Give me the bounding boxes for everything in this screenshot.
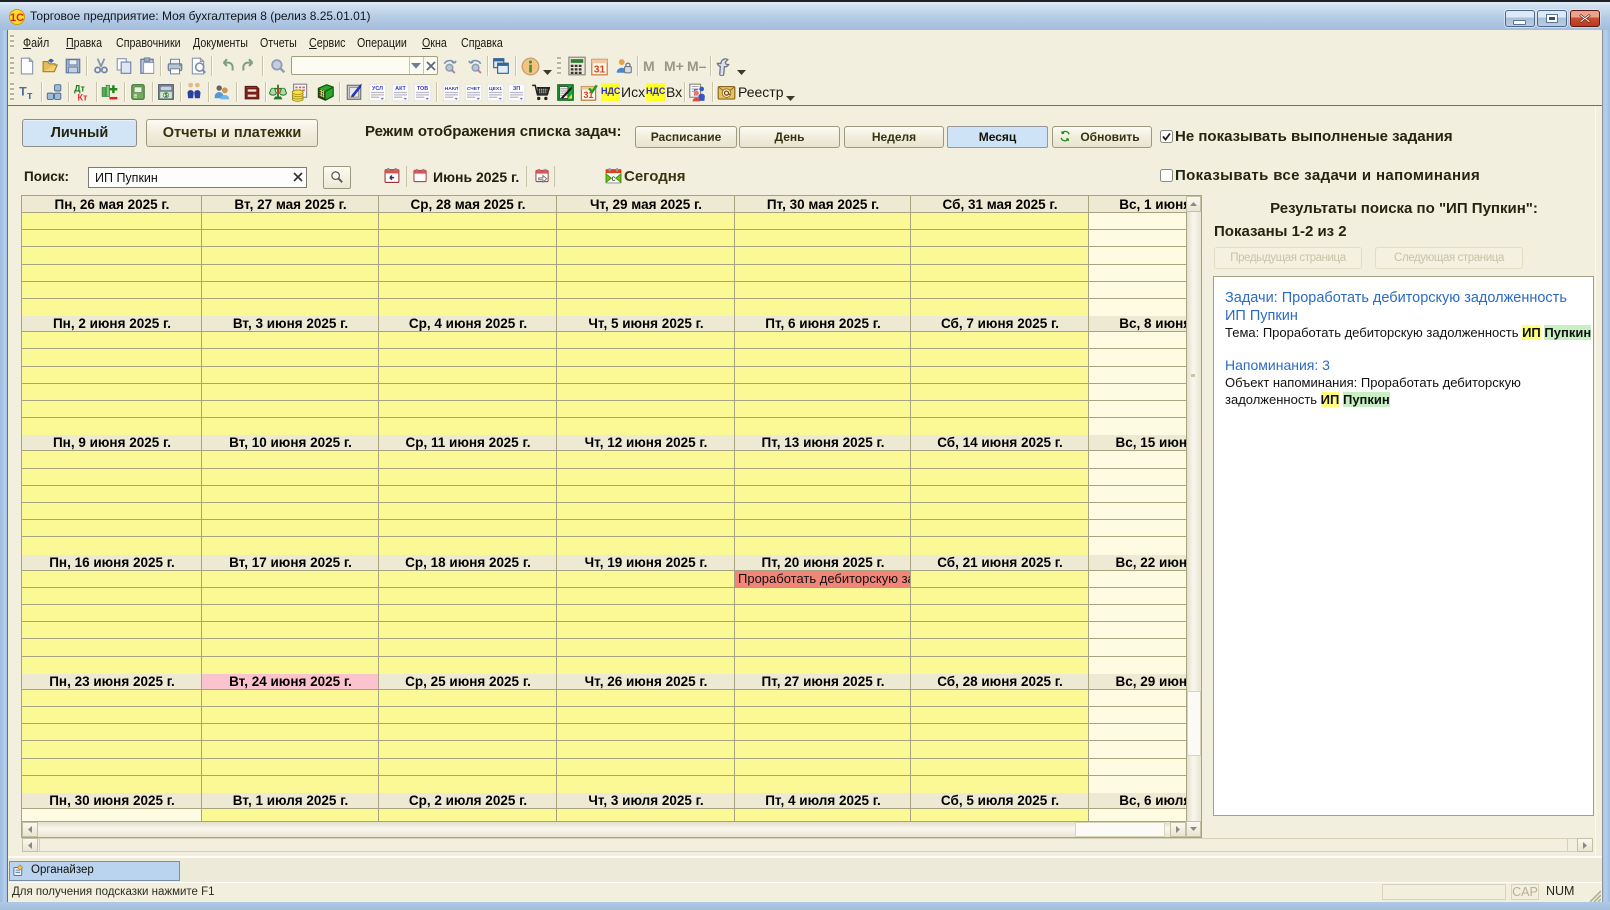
svg-text:УСЛ: УСЛ (371, 86, 382, 92)
svg-text:ЦЕХ1: ЦЕХ1 (488, 86, 501, 92)
svg-text:1С: 1С (10, 12, 24, 24)
svg-text:АКТ: АКТ (395, 86, 406, 92)
svg-text:Т: Т (19, 84, 27, 98)
svg-text:ТОВ: ТОВ (416, 86, 427, 92)
svg-text:ЗП: ЗП (512, 86, 519, 92)
svg-text:НАКЛ: НАКЛ (444, 86, 458, 92)
svg-text:Кт: Кт (78, 92, 88, 101)
svg-text:31: 31 (593, 64, 605, 75)
svg-text:СЧЕТ: СЧЕТ (466, 86, 479, 92)
svg-text:т: т (27, 90, 33, 101)
svg-text:с: с (612, 174, 616, 183)
